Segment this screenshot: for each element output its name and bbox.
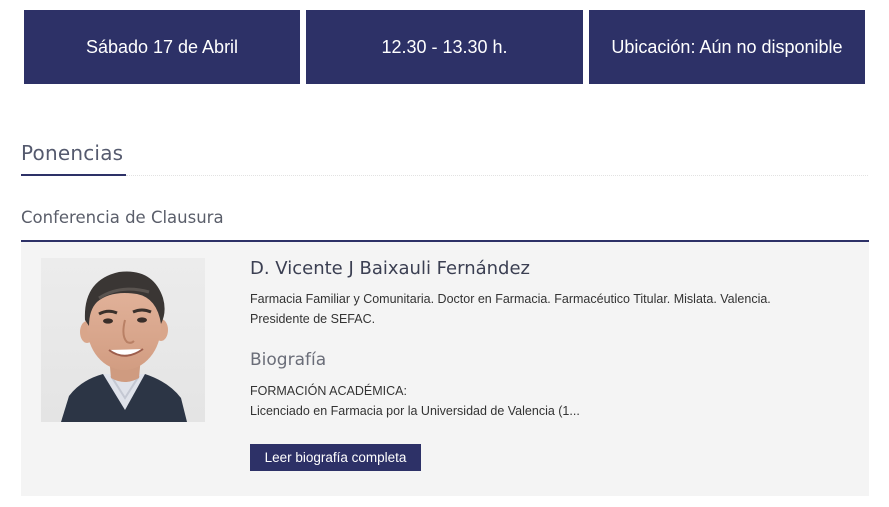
event-date-box: Sábado 17 de Abril <box>24 10 300 84</box>
speaker-photo <box>41 258 205 422</box>
event-info-row: Sábado 17 de Abril 12.30 - 13.30 h. Ubic… <box>24 10 865 84</box>
speaker-role-line: Presidente de SEFAC. <box>250 312 376 326</box>
read-full-biography-button[interactable]: Leer biografía completa <box>250 444 421 471</box>
biography-heading: Biografía <box>250 350 327 370</box>
event-location: Ubicación: Aún no disponible <box>611 36 843 57</box>
biography-section-label: FORMACIÓN ACADÉMICA: <box>250 384 407 398</box>
page: Sábado 17 de Abril 12.30 - 13.30 h. Ubic… <box>0 0 889 507</box>
speaker-portrait-image <box>41 258 205 422</box>
event-location-box: Ubicación: Aún no disponible <box>589 10 865 84</box>
speaker-role: Farmacia Familiar y Comunitaria. Doctor … <box>250 289 830 329</box>
event-time-box: 12.30 - 13.30 h. <box>306 10 583 84</box>
speaker-card: D. Vicente J Baixauli Fernández Farmacia… <box>21 242 869 496</box>
section-title: Ponencias <box>21 141 124 165</box>
session-title: Conferencia de Clausura <box>21 208 224 227</box>
speaker-name: D. Vicente J Baixauli Fernández <box>250 258 531 279</box>
event-date: Sábado 17 de Abril <box>85 36 239 57</box>
section-title-underline <box>21 174 126 176</box>
section-divider <box>126 175 868 176</box>
event-time: 12.30 - 13.30 h. <box>381 36 508 57</box>
speaker-role-line: Farmacia Familiar y Comunitaria. Doctor … <box>250 292 771 306</box>
biography-excerpt: Licenciado en Farmacia por la Universida… <box>250 404 580 418</box>
